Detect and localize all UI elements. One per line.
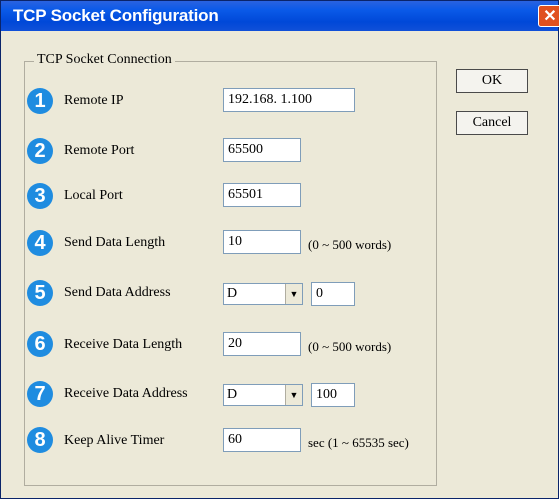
ok-button[interactable]: OK — [456, 69, 528, 93]
badge-8-icon: 8 — [27, 427, 53, 453]
receive-data-length-input[interactable]: 20 — [223, 332, 301, 356]
receive-data-address-input[interactable]: 100 — [311, 383, 355, 407]
receive-data-address-label: Receive Data Address — [64, 386, 188, 401]
keep-alive-timer-input[interactable]: 60 — [223, 428, 301, 452]
cancel-button[interactable]: Cancel — [456, 111, 528, 135]
send-data-address-label: Send Data Address — [64, 285, 171, 300]
local-port-label: Local Port — [64, 188, 123, 203]
send-data-length-label: Send Data Length — [64, 235, 166, 250]
keep-alive-timer-label: Keep Alive Timer — [64, 433, 165, 448]
send-data-address-device-select[interactable]: D ▼ — [223, 283, 303, 305]
send-data-length-note: (0 ~ 500 words) — [308, 237, 392, 252]
remote-port-input[interactable]: 65500 — [223, 138, 301, 162]
close-icon: ✕ — [543, 8, 557, 25]
badge-1-icon: 1 — [27, 88, 53, 114]
group-legend: TCP Socket Connection — [34, 52, 175, 68]
remote-ip-label: Remote IP — [64, 93, 124, 108]
send-data-address-device-value: D — [227, 286, 238, 301]
send-data-length-input[interactable]: 10 — [223, 230, 301, 254]
dialog-window: TCP Socket Configuration ✕ TCP Socket Co… — [0, 0, 559, 499]
receive-data-length-note: (0 ~ 500 words) — [308, 339, 392, 354]
receive-data-length-label: Receive Data Length — [64, 337, 183, 352]
remote-port-label: Remote Port — [64, 143, 135, 158]
badge-2-icon: 2 — [27, 138, 53, 164]
chevron-down-icon[interactable]: ▼ — [285, 385, 302, 405]
local-port-input[interactable]: 65501 — [223, 183, 301, 207]
keep-alive-timer-note: sec (1 ~ 65535 sec) — [308, 435, 409, 450]
send-data-address-input[interactable]: 0 — [311, 282, 355, 306]
tcp-socket-connection-group — [24, 61, 437, 486]
badge-6-icon: 6 — [27, 331, 53, 357]
receive-data-address-device-select[interactable]: D ▼ — [223, 384, 303, 406]
badge-5-icon: 5 — [27, 280, 53, 306]
remote-ip-input[interactable]: 192.168. 1.100 — [223, 88, 355, 112]
badge-4-icon: 4 — [27, 230, 53, 256]
chevron-down-icon[interactable]: ▼ — [285, 284, 302, 304]
close-button[interactable]: ✕ — [538, 5, 559, 27]
badge-7-icon: 7 — [27, 381, 53, 407]
badge-3-icon: 3 — [27, 183, 53, 209]
window-title: TCP Socket Configuration — [13, 6, 219, 25]
title-bar[interactable]: TCP Socket Configuration — [1, 1, 558, 31]
receive-data-address-device-value: D — [227, 387, 238, 402]
